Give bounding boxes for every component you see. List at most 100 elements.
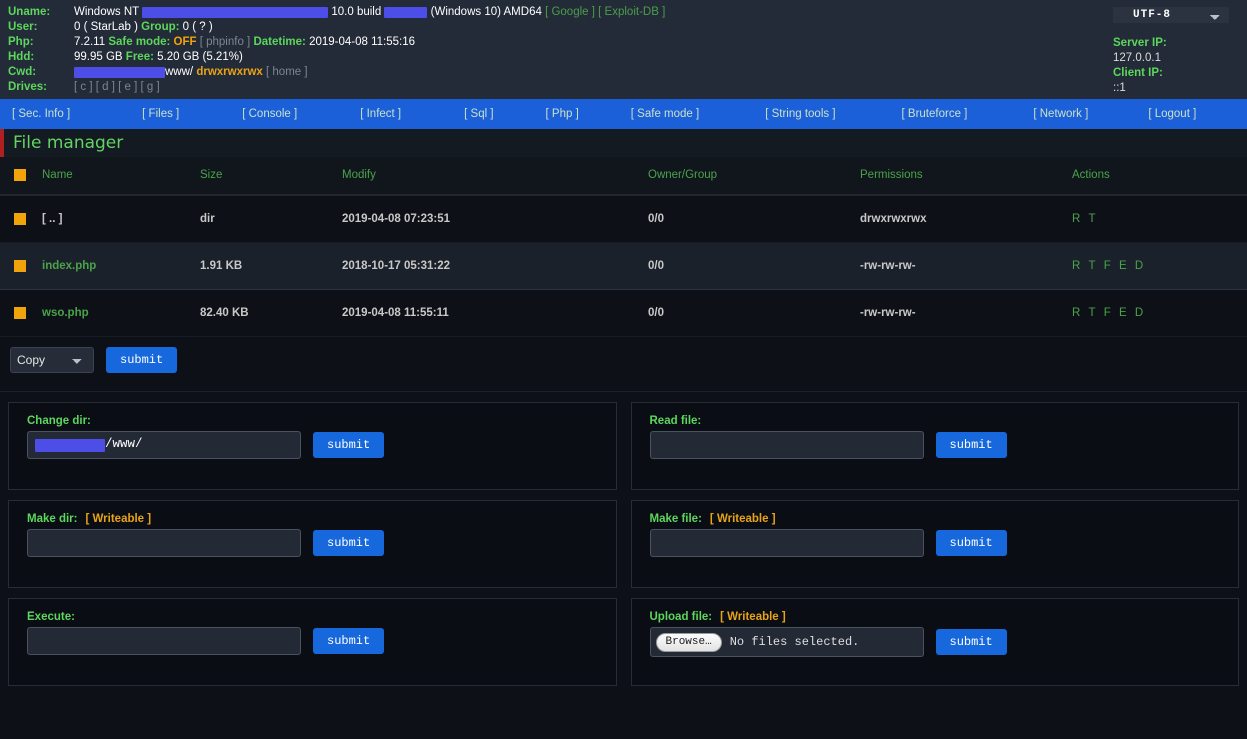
cwd-label: Cwd: (8, 65, 74, 80)
make-file-form: Make file: [ Writeable ] submit (631, 500, 1240, 588)
action-download-icon[interactable]: F (1104, 260, 1111, 272)
action-edit-icon[interactable]: E (1119, 260, 1127, 272)
hdd-label: Hdd: (8, 50, 74, 65)
file-permissions[interactable]: -rw-rw-rw- (860, 243, 1072, 290)
column-header-modify[interactable]: Modify (342, 157, 648, 195)
safemode-label: Safe mode: (108, 36, 170, 48)
action-delete-icon[interactable]: D (1135, 260, 1143, 272)
make-file-writeable-badge: [ Writeable ] (710, 513, 776, 525)
form-row-2: Make dir:[ Writeable ] submit Make file:… (8, 500, 1239, 588)
select-all-checkbox[interactable] (14, 169, 26, 181)
file-permissions[interactable]: -rw-rw-rw- (860, 290, 1072, 337)
nav-item-bruteforce[interactable]: [ Bruteforce ] (898, 108, 972, 120)
make-dir-input[interactable] (27, 529, 301, 557)
row-checkbox[interactable] (14, 307, 26, 319)
make-file-input[interactable] (650, 529, 924, 557)
upload-file-writeable-badge: [ Writeable ] (720, 611, 786, 623)
nav-item-files[interactable]: [ Files ] (138, 108, 183, 120)
execute-input[interactable] (27, 627, 301, 655)
nav-item-safe-mode[interactable]: [ Safe mode ] (627, 108, 703, 120)
action-edit-icon[interactable]: E (1119, 307, 1127, 319)
redaction-uname-host (142, 7, 328, 18)
redaction-change-dir-path (35, 439, 105, 452)
read-file-submit-button[interactable]: submit (936, 432, 1007, 458)
nav-item-sec-info[interactable]: [ Sec. Info ] (8, 108, 74, 120)
row-select-cell (0, 243, 42, 290)
change-dir-submit-button[interactable]: submit (313, 432, 384, 458)
browse-button[interactable]: Browse… (656, 633, 722, 652)
action-touch-icon[interactable]: T (1089, 213, 1096, 225)
make-file-label: Make file: [ Writeable ] (650, 513, 1221, 525)
upload-file-submit-button[interactable]: submit (936, 629, 1007, 655)
forms-area: Change dir: /www/ submit Read file: subm… (0, 392, 1247, 686)
column-header-owner-group[interactable]: Owner/Group (648, 157, 860, 195)
make-file-inline: submit (650, 529, 1221, 557)
column-header-name[interactable]: Name (42, 157, 200, 195)
redaction-uname-build (384, 7, 427, 18)
nav-item-infect[interactable]: [ Infect ] (356, 108, 405, 120)
column-header-actions: Actions (1072, 157, 1247, 195)
make-dir-form: Make dir:[ Writeable ] submit (8, 500, 617, 588)
file-name-link[interactable]: [ .. ] (42, 213, 62, 225)
home-link[interactable]: [ home ] (266, 66, 308, 78)
bulk-action-submit-button[interactable]: submit (106, 347, 177, 373)
column-header-permissions[interactable]: Permissions (860, 157, 1072, 195)
file-name-link[interactable]: wso.php (42, 307, 89, 319)
server-ip-label: Server IP: (1113, 36, 1233, 51)
drives-list[interactable]: [ c ] [ d ] [ e ] [ g ] (74, 81, 160, 93)
action-download-icon[interactable]: F (1104, 307, 1111, 319)
file-size: dir (200, 195, 342, 243)
ip-info-block: Server IP: 127.0.0.1 Client IP: ::1 (1113, 36, 1233, 96)
file-permissions[interactable]: drwxrwxrwx (860, 195, 1072, 243)
phpinfo-link[interactable]: [ phpinfo ] (200, 36, 251, 48)
row-checkbox[interactable] (14, 213, 26, 225)
action-touch-icon[interactable]: T (1089, 260, 1096, 272)
read-file-label: Read file: (650, 415, 1221, 427)
file-size: 1.91 KB (200, 243, 342, 290)
change-dir-label: Change dir: (27, 415, 598, 427)
upload-file-label-text: Upload file: (650, 611, 713, 623)
google-link[interactable]: [ Google ] (545, 6, 595, 18)
nav-item-php[interactable]: [ Php ] (542, 108, 583, 120)
action-rename-icon[interactable]: R (1072, 260, 1080, 272)
hdd-free-label: Free: (126, 51, 154, 63)
action-rename-icon[interactable]: R (1072, 307, 1080, 319)
form-row-1: Change dir: /www/ submit Read file: subm… (8, 402, 1239, 490)
action-rename-icon[interactable]: R (1072, 213, 1080, 225)
file-name-link[interactable]: index.php (42, 260, 96, 272)
info-row-cwd: Cwd: www/ drwxrwxrwx [ home ] (8, 65, 665, 80)
table-row: wso.php 82.40 KB 2019-04-08 11:55:11 0/0… (0, 290, 1247, 337)
execute-submit-button[interactable]: submit (313, 628, 384, 654)
charset-select[interactable]: UTF-8 (1113, 7, 1229, 23)
nav-item-network[interactable]: [ Network ] (1029, 108, 1092, 120)
exploitdb-link[interactable]: [ Exploit-DB ] (598, 6, 665, 18)
make-file-label-text: Make file: (650, 513, 702, 525)
nav-item-logout[interactable]: [ Logout ] (1144, 108, 1200, 120)
nav-item-sql[interactable]: [ Sql ] (460, 108, 497, 120)
action-touch-icon[interactable]: T (1089, 307, 1096, 319)
user-label: User: (8, 20, 74, 35)
info-row-php: Php: 7.2.11 Safe mode: OFF [ phpinfo ] D… (8, 35, 665, 50)
nav-item-console[interactable]: [ Console ] (238, 108, 301, 120)
user-value: 0 ( StarLab ) Group: 0 ( ? ) (74, 20, 665, 35)
make-file-submit-button[interactable]: submit (936, 530, 1007, 556)
file-modify: 2019-04-08 11:55:11 (342, 290, 648, 337)
column-header-size[interactable]: Size (200, 157, 342, 195)
cwd-value: www/ drwxrwxrwx [ home ] (74, 65, 665, 80)
bulk-action-select[interactable]: Copy (10, 347, 94, 373)
action-delete-icon[interactable]: D (1135, 307, 1143, 319)
upload-file-input[interactable]: Browse… No files selected. (650, 627, 924, 657)
redaction-cwd-path (74, 67, 165, 78)
change-dir-inline: /www/ submit (27, 431, 598, 459)
make-dir-label-text: Make dir: (27, 513, 78, 525)
row-checkbox[interactable] (14, 260, 26, 272)
nav-item-string-tools[interactable]: [ String tools ] (761, 108, 839, 120)
upload-file-form: Upload file: [ Writeable ] Browse… No fil… (631, 598, 1240, 686)
client-ip-label: Client IP: (1113, 66, 1233, 81)
read-file-input[interactable] (650, 431, 924, 459)
execute-label: Execute: (27, 611, 598, 623)
php-value: 7.2.11 Safe mode: OFF [ phpinfo ] Dateti… (74, 35, 665, 50)
make-dir-submit-button[interactable]: submit (313, 530, 384, 556)
change-dir-input[interactable]: /www/ (27, 431, 301, 459)
bulk-action-bar: Copy submit (0, 337, 1247, 392)
